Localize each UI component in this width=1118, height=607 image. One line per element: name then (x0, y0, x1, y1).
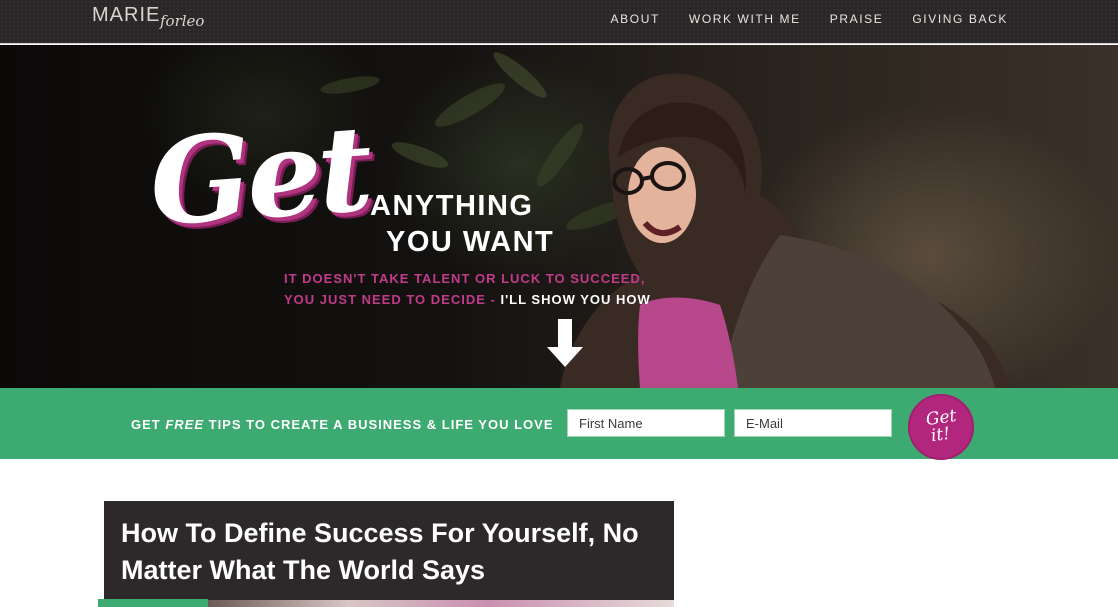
get-it-line2: it! (930, 423, 952, 447)
nav-giving-back[interactable]: GIVING BACK (912, 12, 1008, 26)
down-arrow-icon[interactable] (547, 319, 583, 367)
hero-subheadline-line2: YOU JUST NEED TO DECIDE - I'LL SHOW YOU … (284, 293, 651, 306)
article-category-tag (98, 599, 208, 607)
signup-text-free: FREE (165, 417, 205, 432)
article-thumbnail[interactable] (208, 600, 674, 607)
article-title[interactable]: How To Define Success For Yourself, No M… (121, 515, 661, 589)
hero-script-get: Get (145, 98, 373, 253)
site-header: MARIE forleo ABOUT WORK WITH ME PRAISE G… (0, 0, 1118, 44)
featured-article-card[interactable]: How To Define Success For Yourself, No M… (104, 501, 674, 607)
nav-praise[interactable]: PRAISE (830, 12, 884, 26)
newsletter-signup-bar: GET FREE TIPS TO CREATE A BUSINESS & LIF… (0, 388, 1118, 460)
marie-forleo-logo[interactable]: MARIE forleo (92, 4, 222, 36)
logo-script: forleo (160, 12, 205, 30)
first-name-input[interactable] (567, 409, 725, 437)
signup-tagline: GET FREE TIPS TO CREATE A BUSINESS & LIF… (131, 417, 553, 432)
hero-headline-line2: YOU WANT (386, 226, 555, 258)
nav-about[interactable]: ABOUT (611, 12, 660, 26)
hero-banner: Get ANYTHING YOU WANT IT DOESN'T TAKE TA… (0, 45, 1118, 388)
signup-text-before: GET (131, 417, 166, 432)
email-input[interactable] (734, 409, 892, 437)
signup-text-after: TIPS TO CREATE A BUSINESS & LIFE YOU LOV… (204, 417, 554, 432)
hero-subheadline-line1: IT DOESN'T TAKE TALENT OR LUCK TO SUCCEE… (284, 271, 646, 286)
get-it-button[interactable]: Get it! (908, 394, 974, 460)
nav-work-with-me[interactable]: WORK WITH ME (689, 12, 801, 26)
main-nav: ABOUT WORK WITH ME PRAISE GIVING BACK (611, 12, 1008, 26)
hero-subheadline-pink: YOU JUST NEED TO DECIDE - (284, 292, 501, 307)
hero-subheadline-white: I'LL SHOW YOU HOW (500, 292, 651, 307)
hero-headline-line1: ANYTHING (370, 190, 534, 222)
logo-wordmark: MARIE (92, 4, 161, 26)
